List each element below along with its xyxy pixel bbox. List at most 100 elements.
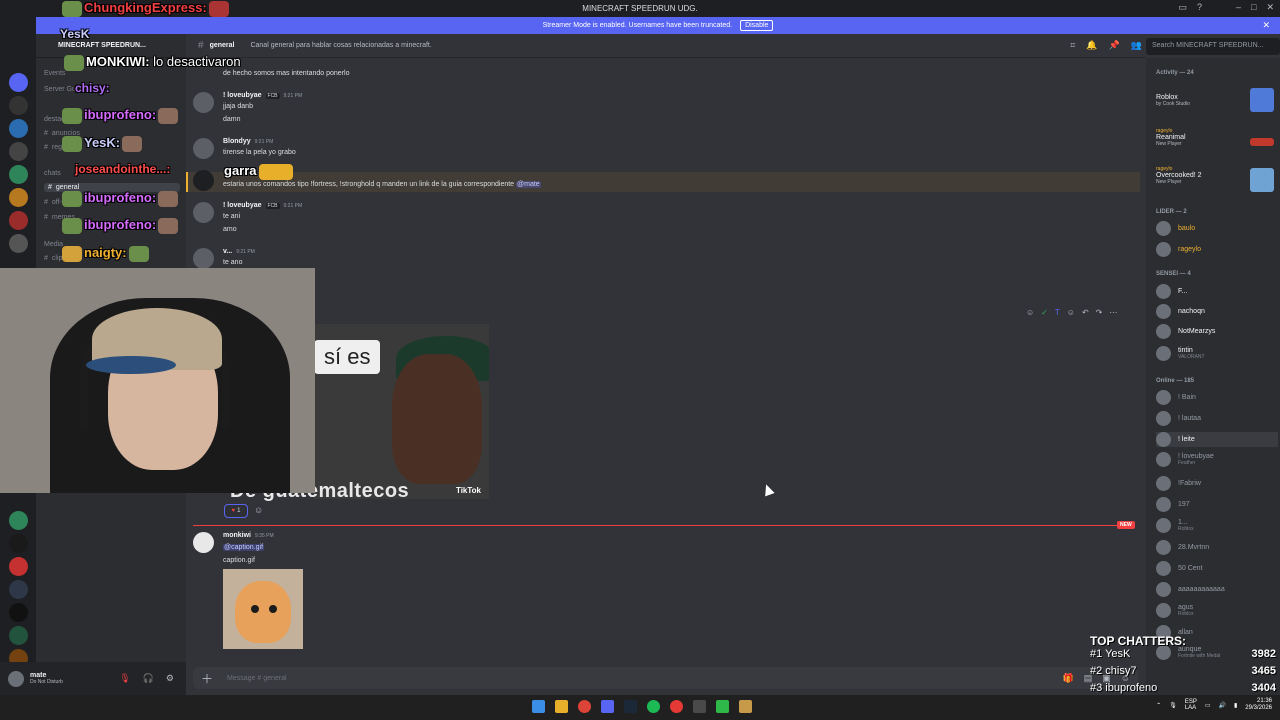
close-window-button[interactable]: ✕ bbox=[1266, 2, 1274, 13]
member-item[interactable]: ! Bain bbox=[1156, 390, 1196, 405]
server-icon[interactable] bbox=[9, 165, 28, 184]
member-item[interactable]: 50 Cent bbox=[1156, 561, 1203, 576]
cat-gif-image[interactable] bbox=[223, 569, 303, 649]
message-author[interactable]: Blondyy bbox=[223, 138, 251, 145]
translate-icon[interactable]: T bbox=[1055, 308, 1060, 317]
member-item[interactable]: !Fabriw bbox=[1156, 476, 1201, 491]
deafen-icon[interactable]: 🎧 bbox=[143, 673, 154, 684]
network-icon[interactable]: ▭ bbox=[1205, 702, 1211, 709]
server-icon[interactable] bbox=[9, 211, 28, 230]
add-reaction-icon[interactable]: ☺ bbox=[254, 505, 263, 515]
message-author[interactable]: v... bbox=[223, 248, 232, 255]
server-icon[interactable] bbox=[9, 534, 28, 553]
emote-icon bbox=[62, 135, 82, 152]
member-item[interactable]: ! lautaa bbox=[1156, 411, 1201, 426]
member-item[interactable]: 28.Mvrtnn bbox=[1156, 540, 1209, 555]
add-attachment-icon[interactable]: ＋ bbox=[201, 670, 213, 687]
avatar[interactable] bbox=[193, 248, 214, 269]
activity-card[interactable]: rageylo Overcooked! 2 New Player bbox=[1156, 166, 1274, 200]
server-icon[interactable] bbox=[9, 557, 28, 576]
avatar[interactable] bbox=[193, 532, 214, 553]
settings-gear-icon[interactable]: ⚙ bbox=[166, 673, 174, 684]
disable-streamer-mode-button[interactable]: Disable bbox=[740, 20, 774, 31]
avatar[interactable] bbox=[193, 202, 214, 223]
server-icon[interactable] bbox=[9, 119, 28, 138]
help-icon[interactable]: ? bbox=[1197, 2, 1202, 13]
member-item[interactable]: ! loveubyae Feather bbox=[1156, 452, 1214, 467]
member-item[interactable]: rageylo bbox=[1156, 242, 1201, 257]
message-author[interactable]: ! loveubyae bbox=[223, 92, 262, 99]
threads-icon[interactable]: ⌗ bbox=[1070, 40, 1075, 51]
activity-card[interactable]: rageylo Reanimal New Player bbox=[1156, 128, 1274, 162]
events-item[interactable]: Events bbox=[44, 70, 65, 77]
pin-icon[interactable]: 📌 bbox=[1109, 40, 1120, 51]
reply-icon[interactable]: ↶ bbox=[1082, 308, 1089, 317]
battery-icon[interactable]: ▮ bbox=[1234, 702, 1237, 709]
member-item[interactable]: 1... Roblox bbox=[1156, 518, 1194, 533]
app-icon[interactable] bbox=[716, 700, 729, 713]
chrome-icon[interactable] bbox=[578, 700, 591, 713]
member-item[interactable]: ! leite bbox=[1156, 432, 1278, 447]
server-icon[interactable] bbox=[9, 142, 28, 161]
member-item[interactable]: tintin VALORANT bbox=[1156, 346, 1205, 361]
tray-chevron-icon[interactable]: ⌃ bbox=[1156, 702, 1161, 709]
minimize-button[interactable]: – bbox=[1236, 2, 1241, 13]
maximize-button[interactable]: □ bbox=[1251, 2, 1256, 13]
server-icon[interactable] bbox=[9, 626, 28, 645]
server-icon[interactable] bbox=[9, 73, 28, 92]
member-item[interactable]: agus Roblox bbox=[1156, 603, 1194, 618]
member-item[interactable]: F... bbox=[1156, 284, 1187, 299]
member-item[interactable]: NotMearzys bbox=[1156, 324, 1215, 339]
activity-thumbnail bbox=[1250, 138, 1274, 146]
start-button-icon[interactable] bbox=[532, 700, 545, 713]
member-item[interactable]: baulo bbox=[1156, 221, 1195, 236]
search-input[interactable]: Search MINECRAFT SPEEDRUN... bbox=[1146, 38, 1280, 55]
add-reaction-icon[interactable]: ☺ bbox=[1067, 308, 1075, 317]
message-input[interactable]: Message # general bbox=[227, 675, 287, 682]
avatar[interactable] bbox=[193, 170, 214, 191]
emoji-reaction-icon[interactable]: ☺ bbox=[1026, 308, 1034, 317]
clock[interactable]: 21:36 29/3/2026 bbox=[1245, 698, 1272, 712]
channel-topic[interactable]: Canal general para hablar cosas relacion… bbox=[250, 42, 431, 49]
member-list-icon[interactable]: 👥 bbox=[1131, 40, 1142, 51]
language-indicator[interactable]: ESP LAA bbox=[1185, 699, 1197, 712]
member-item[interactable]: aaaaaaaaaaaa bbox=[1156, 582, 1225, 597]
avatar[interactable] bbox=[193, 92, 214, 113]
app-icon[interactable] bbox=[739, 700, 752, 713]
activity-card[interactable]: Roblox by Cook Studio bbox=[1156, 86, 1274, 120]
member-item[interactable]: 197 bbox=[1156, 497, 1190, 512]
forward-icon[interactable]: ↷ bbox=[1096, 308, 1103, 317]
close-banner-icon[interactable]: ✕ bbox=[1262, 20, 1270, 31]
meme-image[interactable]: sí es TikTok bbox=[314, 324, 489, 499]
user-mention[interactable]: @mate bbox=[516, 181, 541, 188]
message-composer[interactable]: ＋ Message # general 🎁 ▤ ▣ ☺ bbox=[193, 667, 1138, 689]
server-icon[interactable] bbox=[9, 96, 28, 115]
server-icon[interactable] bbox=[9, 511, 28, 530]
category-chats[interactable]: chats bbox=[44, 170, 61, 177]
steam-icon[interactable] bbox=[624, 700, 637, 713]
gift-icon[interactable]: 🎁 bbox=[1063, 673, 1074, 684]
server-icon[interactable] bbox=[9, 603, 28, 622]
message-author[interactable]: monkiwi bbox=[223, 532, 251, 539]
message-author[interactable]: ! loveubyae bbox=[223, 202, 262, 209]
volume-icon[interactable]: 🔊 bbox=[1219, 702, 1226, 709]
notification-bell-icon[interactable]: 🔔 bbox=[1086, 40, 1097, 51]
mute-icon[interactable]: 🎙 bbox=[119, 673, 130, 684]
avatar[interactable] bbox=[193, 138, 214, 159]
discord-icon[interactable] bbox=[601, 700, 614, 713]
member-item[interactable]: nachoqn bbox=[1156, 304, 1205, 319]
app-icon[interactable] bbox=[670, 700, 683, 713]
inbox-icon[interactable]: ▭ bbox=[1178, 2, 1187, 13]
mic-icon[interactable]: 🎙 bbox=[1169, 702, 1177, 709]
spotify-icon[interactable] bbox=[647, 700, 660, 713]
app-icon[interactable] bbox=[693, 700, 706, 713]
server-icon[interactable] bbox=[9, 580, 28, 599]
server-icon[interactable] bbox=[9, 188, 28, 207]
more-options-icon[interactable]: ⋯ bbox=[1109, 308, 1117, 317]
reaction-button[interactable]: ♥ 1 bbox=[224, 504, 248, 518]
server-icon[interactable] bbox=[9, 234, 28, 253]
check-reaction-icon[interactable]: ✓ bbox=[1041, 308, 1048, 317]
avatar[interactable] bbox=[8, 670, 24, 687]
user-panel: mate Do Not Disturb 🎙 🎧 ⚙ bbox=[0, 662, 186, 695]
file-explorer-icon[interactable] bbox=[555, 700, 568, 713]
